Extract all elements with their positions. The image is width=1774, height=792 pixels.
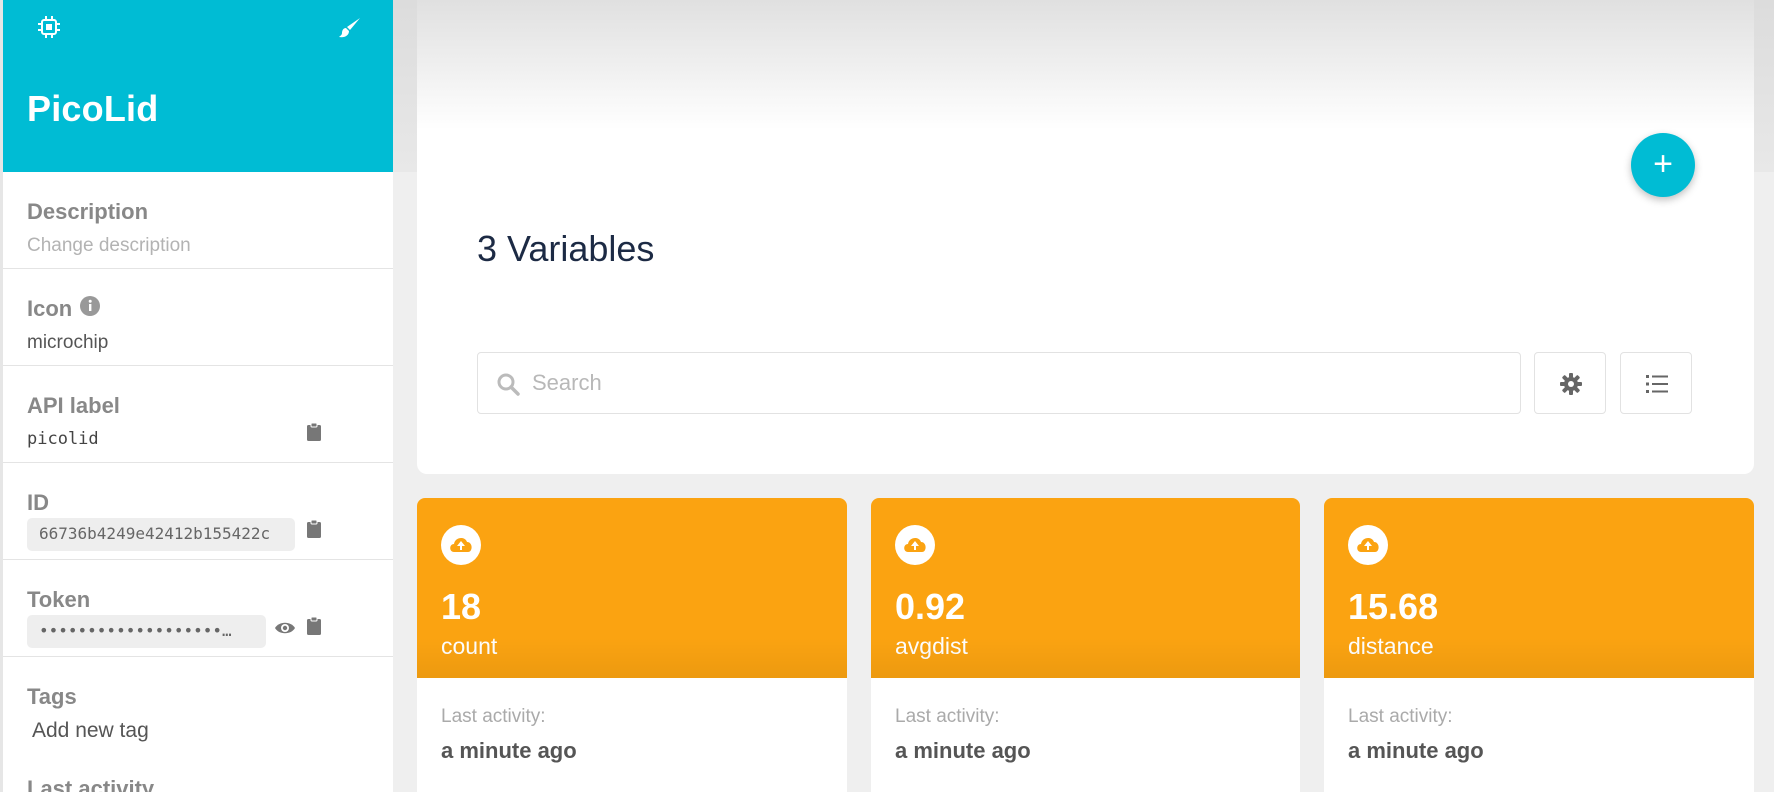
variable-name: distance [1348, 633, 1434, 659]
device-sidebar: PicoLid Description Change description I… [0, 0, 393, 792]
id-section: ID 66736b4249e42412b155422c [3, 463, 393, 560]
paint-brush-icon[interactable] [338, 16, 362, 40]
variable-value: 18 [441, 586, 482, 627]
variable-card[interactable]: 0.92 avgdist Last activity: a minute ago [871, 498, 1300, 792]
gear-icon [1560, 373, 1582, 395]
variable-value: 15.68 [1348, 586, 1439, 627]
sidebar-header: PicoLid [3, 0, 393, 172]
api-label-label: API label [27, 393, 120, 418]
token-value[interactable]: •••••••••••••••••••… [27, 615, 266, 648]
description-section: Description Change description [3, 172, 393, 269]
id-label: ID [27, 490, 49, 515]
eye-icon[interactable] [274, 620, 296, 636]
api-label-value[interactable]: picolid [27, 429, 99, 449]
cloud-upload-icon [1348, 525, 1388, 565]
cloud-upload-icon [441, 525, 481, 565]
last-activity-value: a minute ago [441, 738, 577, 763]
variables-panel: + 3 Variables [417, 0, 1754, 474]
variable-name: count [441, 633, 498, 659]
add-tag-input[interactable]: Add new tag [32, 719, 149, 743]
search-input[interactable] [532, 365, 1492, 401]
icon-section: Icon microchip [3, 269, 393, 366]
token-label: Token [27, 587, 91, 612]
tags-section: Tags Add new tag [3, 657, 393, 754]
cloud-upload-icon [895, 525, 935, 565]
variable-card[interactable]: 18 count Last activity: a minute ago [417, 498, 847, 792]
tags-label: Tags [27, 684, 77, 709]
search-icon [497, 373, 520, 396]
list-view-button[interactable] [1620, 352, 1692, 414]
settings-button[interactable] [1534, 352, 1606, 414]
clipboard-icon[interactable] [306, 519, 322, 539]
last-activity-value: a minute ago [1348, 738, 1484, 763]
id-value[interactable]: 66736b4249e42412b155422c [27, 518, 295, 551]
last-activity-label: Last activity [27, 776, 155, 792]
device-title[interactable]: PicoLid [27, 88, 158, 130]
search-box [477, 352, 1521, 414]
microchip-icon [38, 16, 60, 38]
description-label: Description [27, 199, 149, 224]
last-activity-label: Last activity: [1348, 706, 1453, 727]
icon-value[interactable]: microchip [27, 332, 108, 354]
clipboard-icon[interactable] [306, 616, 322, 636]
list-icon [1646, 375, 1668, 393]
variable-card[interactable]: 15.68 distance Last activity: a minute a… [1324, 498, 1754, 792]
add-variable-button[interactable]: + [1631, 133, 1695, 197]
last-activity-label: Last activity: [441, 706, 546, 727]
last-activity-label: Last activity: [895, 706, 1000, 727]
token-section: Token •••••••••••••••••••… [3, 560, 393, 657]
variable-card-header: 0.92 avgdist [871, 498, 1300, 678]
variable-card-header: 18 count [417, 498, 847, 678]
variable-value: 0.92 [895, 586, 966, 627]
api-label-section: API label picolid [3, 366, 393, 463]
variable-card-header: 15.68 distance [1324, 498, 1754, 678]
map-fade [417, 0, 1754, 130]
clipboard-icon[interactable] [306, 422, 322, 442]
description-input[interactable]: Change description [27, 235, 191, 257]
variable-name: avgdist [895, 633, 968, 659]
icon-label: Icon [27, 296, 73, 321]
info-icon[interactable] [80, 296, 100, 316]
last-activity-value: a minute ago [895, 738, 1031, 763]
variables-count-title: 3 Variables [477, 228, 655, 269]
